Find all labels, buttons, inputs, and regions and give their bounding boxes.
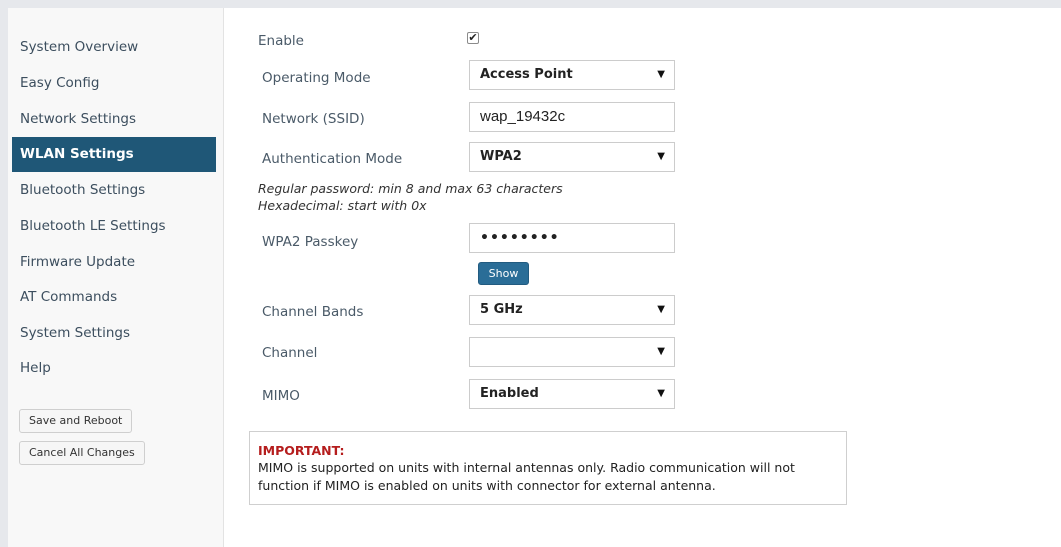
sidebar-item-system-overview[interactable]: System Overview <box>12 30 216 65</box>
sidebar-item-system-settings[interactable]: System Settings <box>12 316 216 351</box>
sidebar-item-bluetooth-le-settings[interactable]: Bluetooth LE Settings <box>12 209 216 244</box>
dropdown-arrow-icon: ▼ <box>657 388 665 399</box>
password-hint-hex: Hexadecimal: start with 0x <box>258 198 427 213</box>
dropdown-arrow-icon: ▼ <box>657 69 665 80</box>
authentication-mode-label: Authentication Mode <box>262 151 403 167</box>
show-passkey-button[interactable]: Show <box>478 262 529 285</box>
channel-bands-value: 5 GHz <box>480 302 523 317</box>
operating-mode-value: Access Point <box>480 67 573 82</box>
authentication-mode-value: WPA2 <box>480 149 522 164</box>
dropdown-arrow-icon: ▼ <box>657 304 665 315</box>
channel-bands-select[interactable]: 5 GHz ▼ <box>469 295 675 325</box>
ssid-input[interactable]: wap_19432c <box>469 102 675 132</box>
operating-mode-label: Operating Mode <box>262 70 371 86</box>
cancel-all-changes-button[interactable]: Cancel All Changes <box>19 441 145 465</box>
sidebar-item-easy-config[interactable]: Easy Config <box>12 66 216 101</box>
sidebar-item-firmware-update[interactable]: Firmware Update <box>12 245 216 280</box>
dropdown-arrow-icon: ▼ <box>657 151 665 162</box>
enable-checkbox[interactable]: ✔ <box>467 32 479 44</box>
save-and-reboot-button[interactable]: Save and Reboot <box>19 409 133 433</box>
channel-label: Channel <box>262 345 318 361</box>
important-notice: IMPORTANT: MIMO is supported on units wi… <box>249 431 847 505</box>
dropdown-arrow-icon: ▼ <box>657 346 665 357</box>
sidebar-item-at-commands[interactable]: AT Commands <box>12 280 216 315</box>
password-hint-regular: Regular password: min 8 and max 63 chara… <box>258 181 563 196</box>
channel-bands-label: Channel Bands <box>262 304 364 320</box>
passkey-input[interactable]: •••••••• <box>469 223 675 253</box>
channel-select[interactable]: ▼ <box>469 337 675 367</box>
enable-label: Enable <box>258 33 304 49</box>
notice-title: IMPORTANT: <box>258 443 345 458</box>
checkmark-icon: ✔ <box>468 31 478 44</box>
sidebar-item-wlan-settings[interactable]: WLAN Settings <box>12 137 216 172</box>
ssid-label: Network (SSID) <box>262 111 365 127</box>
operating-mode-select[interactable]: Access Point ▼ <box>469 60 675 90</box>
mimo-select[interactable]: Enabled ▼ <box>469 379 675 409</box>
mimo-label: MIMO <box>262 388 300 404</box>
passkey-label: WPA2 Passkey <box>262 234 359 250</box>
sidebar-item-network-settings[interactable]: Network Settings <box>12 102 216 137</box>
notice-line: MIMO is supported on units with internal… <box>258 460 795 475</box>
authentication-mode-select[interactable]: WPA2 ▼ <box>469 142 675 172</box>
sidebar-item-help[interactable]: Help <box>12 351 216 386</box>
notice-line: function if MIMO is enabled on units wit… <box>258 478 716 493</box>
mimo-value: Enabled <box>480 386 539 401</box>
sidebar-item-bluetooth-settings[interactable]: Bluetooth Settings <box>12 173 216 208</box>
notice-body: MIMO is supported on units with internal… <box>258 459 838 495</box>
